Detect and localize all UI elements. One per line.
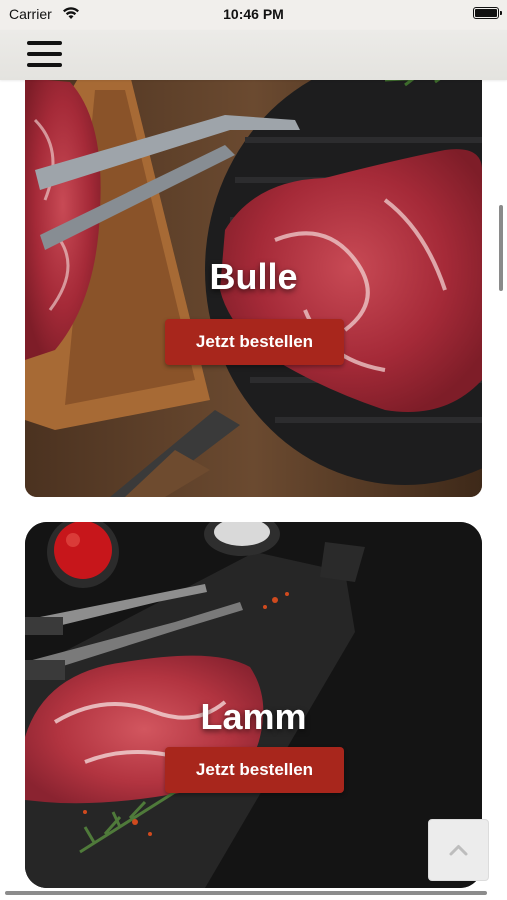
status-time: 10:46 PM [223,6,284,22]
order-button-lamm[interactable]: Jetzt bestellen [165,747,344,793]
status-bar: Carrier 10:46 PM [0,0,507,30]
product-title: Bulle [209,256,298,297]
product-list: Bulle Jetzt bestellen Lamm Jetzt bestell… [0,80,507,900]
order-button-bulle[interactable]: Jetzt bestellen [165,319,344,365]
home-indicator [5,891,487,895]
battery-icon [473,7,502,19]
scroll-to-top-button[interactable] [428,819,489,881]
scroll-indicator[interactable] [499,205,503,291]
app-header [0,30,507,80]
product-card-lamm[interactable]: Lamm Jetzt bestellen [25,522,482,888]
chevron-up-icon [449,845,468,856]
hamburger-menu-icon[interactable] [27,41,62,67]
product-card-bulle[interactable]: Bulle Jetzt bestellen [25,80,482,497]
product-title: Lamm [200,696,307,737]
